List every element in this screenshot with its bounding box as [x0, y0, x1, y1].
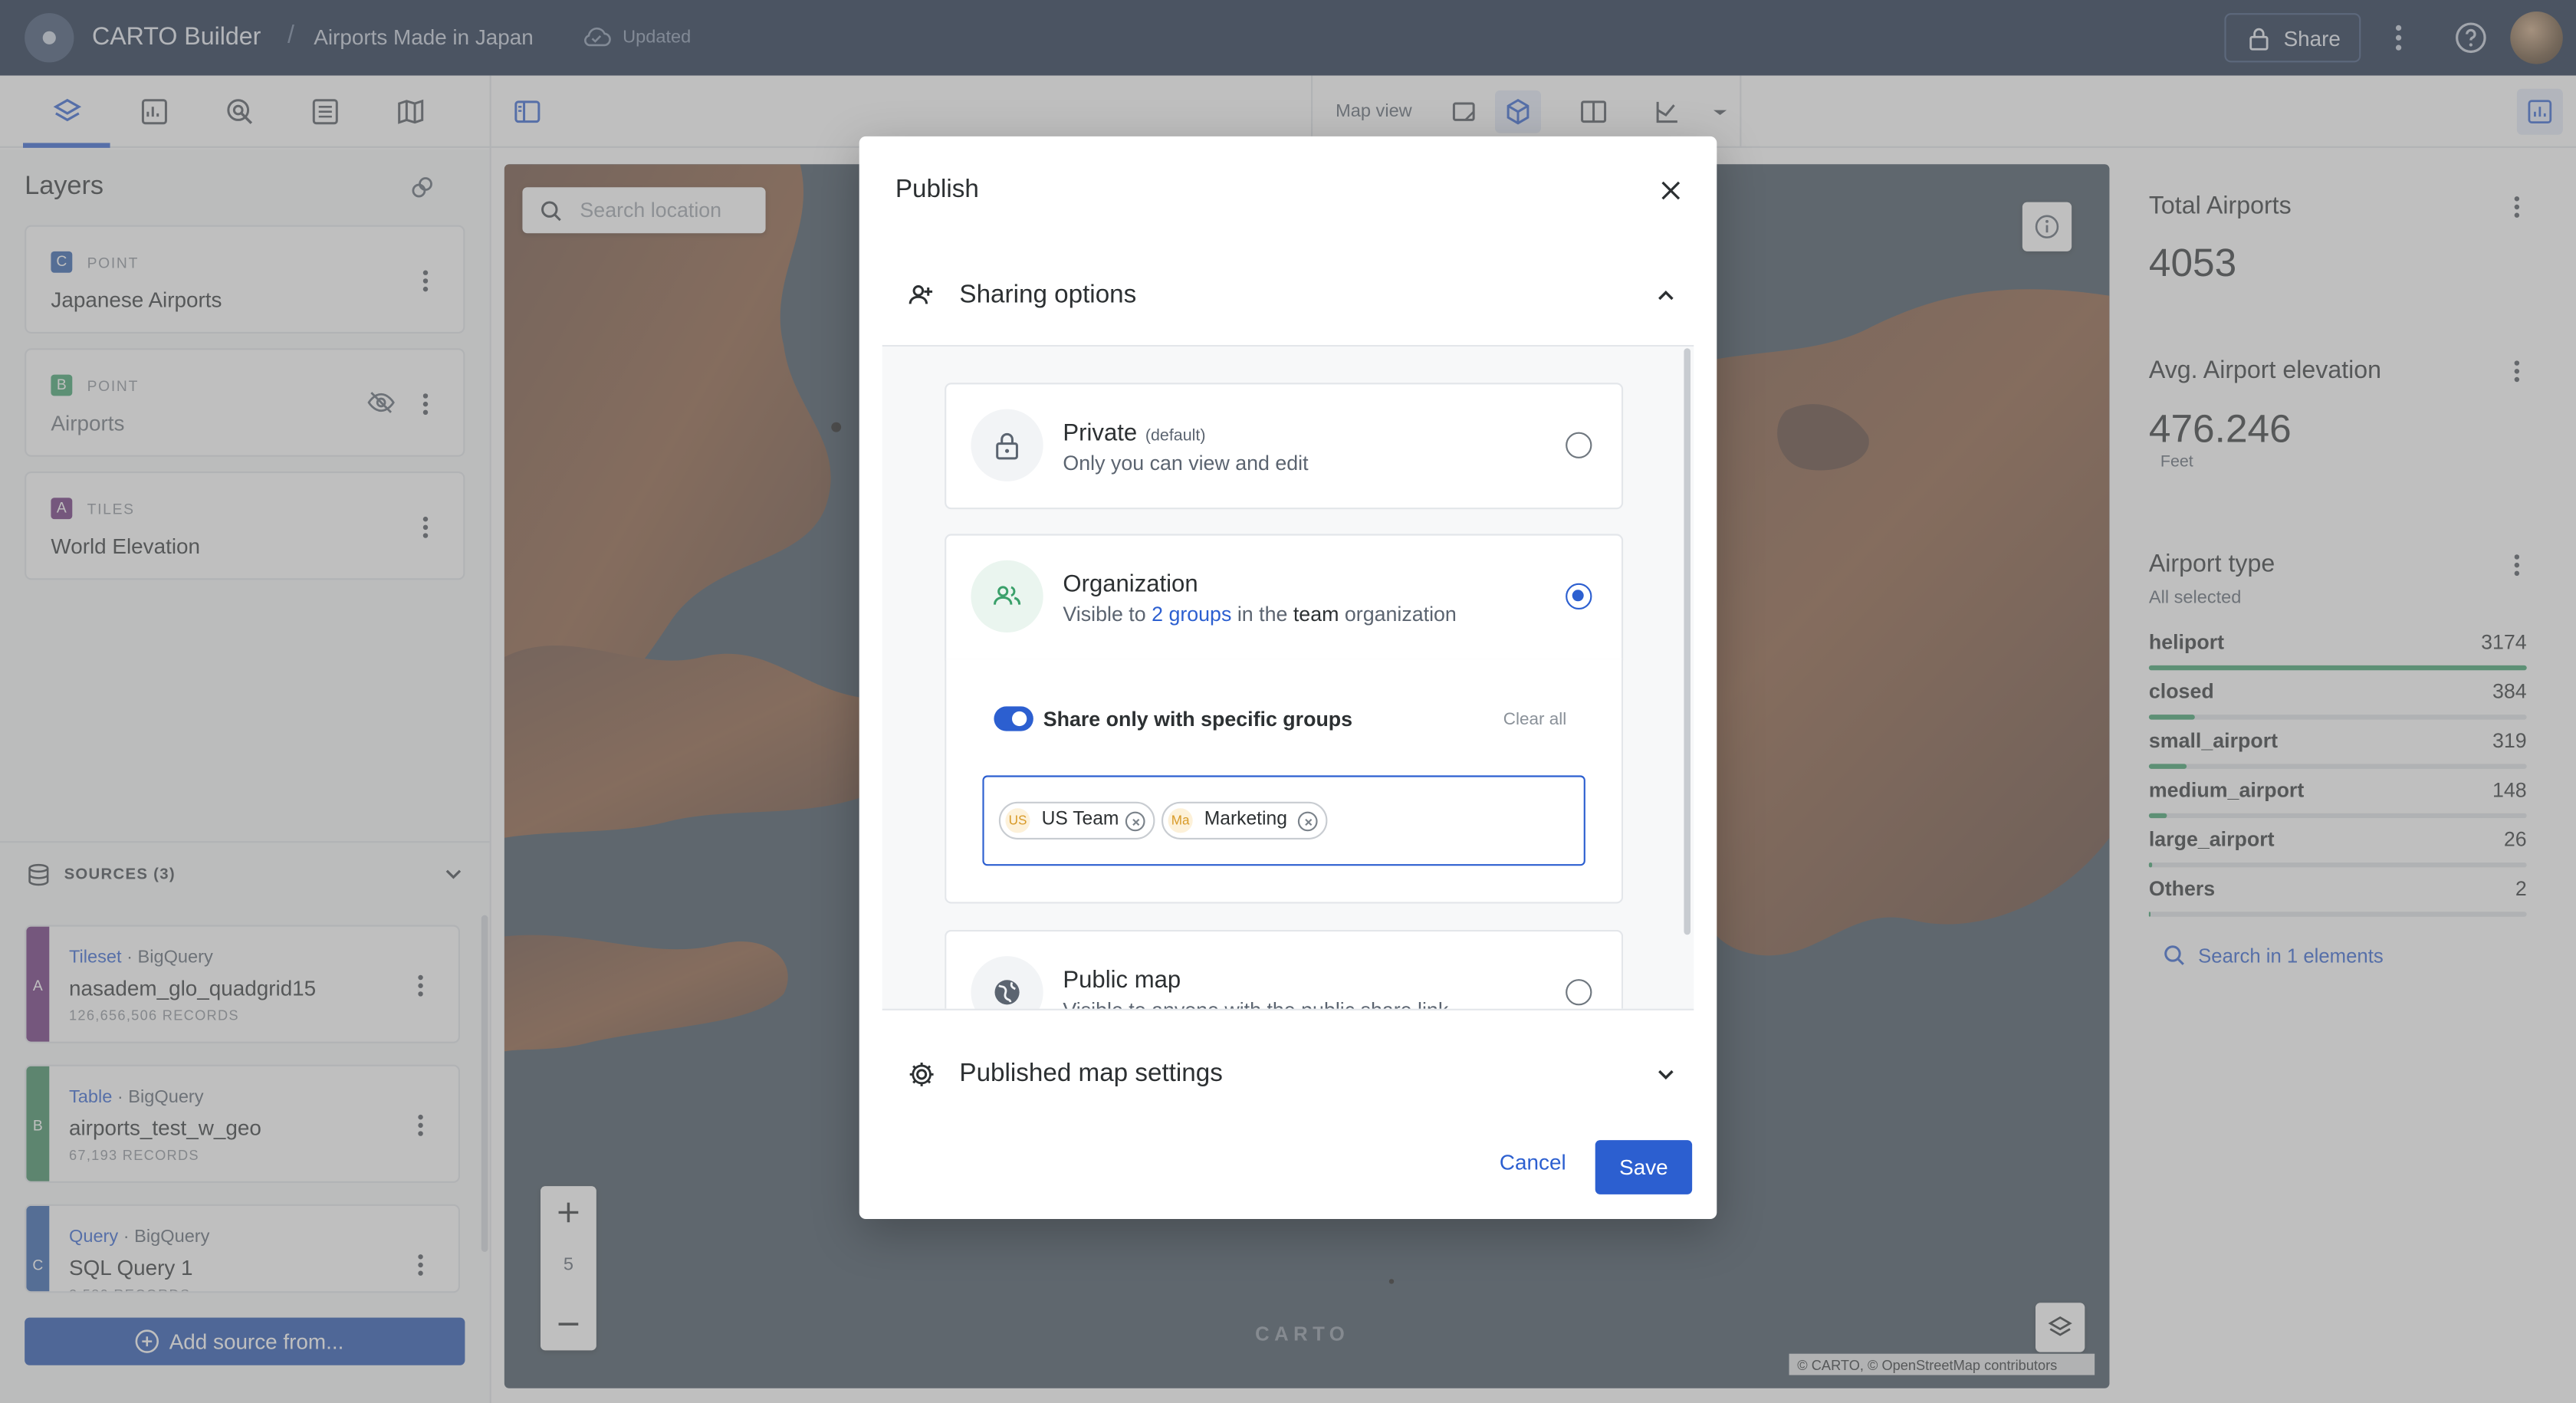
group-avatar: US [1005, 808, 1030, 833]
option-title: Organization [1063, 571, 1198, 598]
people-share-icon [907, 281, 937, 310]
specific-groups-toggle[interactable] [994, 706, 1033, 731]
clear-all-button[interactable]: Clear all [1503, 710, 1567, 730]
organization-radio[interactable] [1566, 583, 1592, 610]
option-organization[interactable]: Organization Visible to 2 groups in the … [945, 534, 1624, 661]
chevron-up-icon[interactable] [1653, 283, 1679, 309]
group-chip-us-team: US US Team [998, 801, 1155, 840]
option-description: Only you can view and edit [1063, 452, 1309, 475]
private-radio[interactable] [1566, 432, 1592, 458]
option-title: Private (default) [1063, 420, 1206, 447]
remove-chip-icon[interactable] [1297, 811, 1318, 832]
option-title: Public map [1063, 968, 1181, 994]
gear-icon [907, 1060, 937, 1089]
option-private[interactable]: Private (default) Only you can view and e… [945, 383, 1624, 510]
lock-icon [971, 409, 1043, 481]
group-chip-marketing: Ma Marketing [1162, 801, 1328, 840]
team-icon [971, 560, 1043, 632]
public-radio[interactable] [1566, 979, 1592, 1006]
specific-groups-label: Share only with specific groups [1043, 708, 1353, 731]
option-description: Visible to 2 groups in the team organiza… [1063, 603, 1457, 626]
save-button[interactable]: Save [1595, 1140, 1693, 1194]
group-label: US Team [1041, 810, 1119, 830]
option-description: Visible to anyone with the public share … [1063, 999, 1448, 1009]
group-label: Marketing [1204, 810, 1287, 830]
option-public-map[interactable]: Public map Visible to anyone with the pu… [945, 929, 1624, 1009]
dialog-title: Publish [895, 176, 979, 204]
chevron-down-icon[interactable] [1653, 1061, 1679, 1087]
globe-icon [971, 956, 1043, 1009]
remove-chip-icon[interactable] [1125, 811, 1145, 832]
groups-link[interactable]: 2 groups [1152, 603, 1231, 626]
group-avatar: Ma [1168, 808, 1193, 833]
sharing-options-title: Sharing options [959, 281, 1137, 309]
close-icon[interactable] [1656, 176, 1686, 205]
published-map-settings-title: Published map settings [959, 1060, 1223, 1088]
cancel-button[interactable]: Cancel [1482, 1150, 1584, 1186]
dialog-scrollbar[interactable] [1684, 348, 1691, 935]
